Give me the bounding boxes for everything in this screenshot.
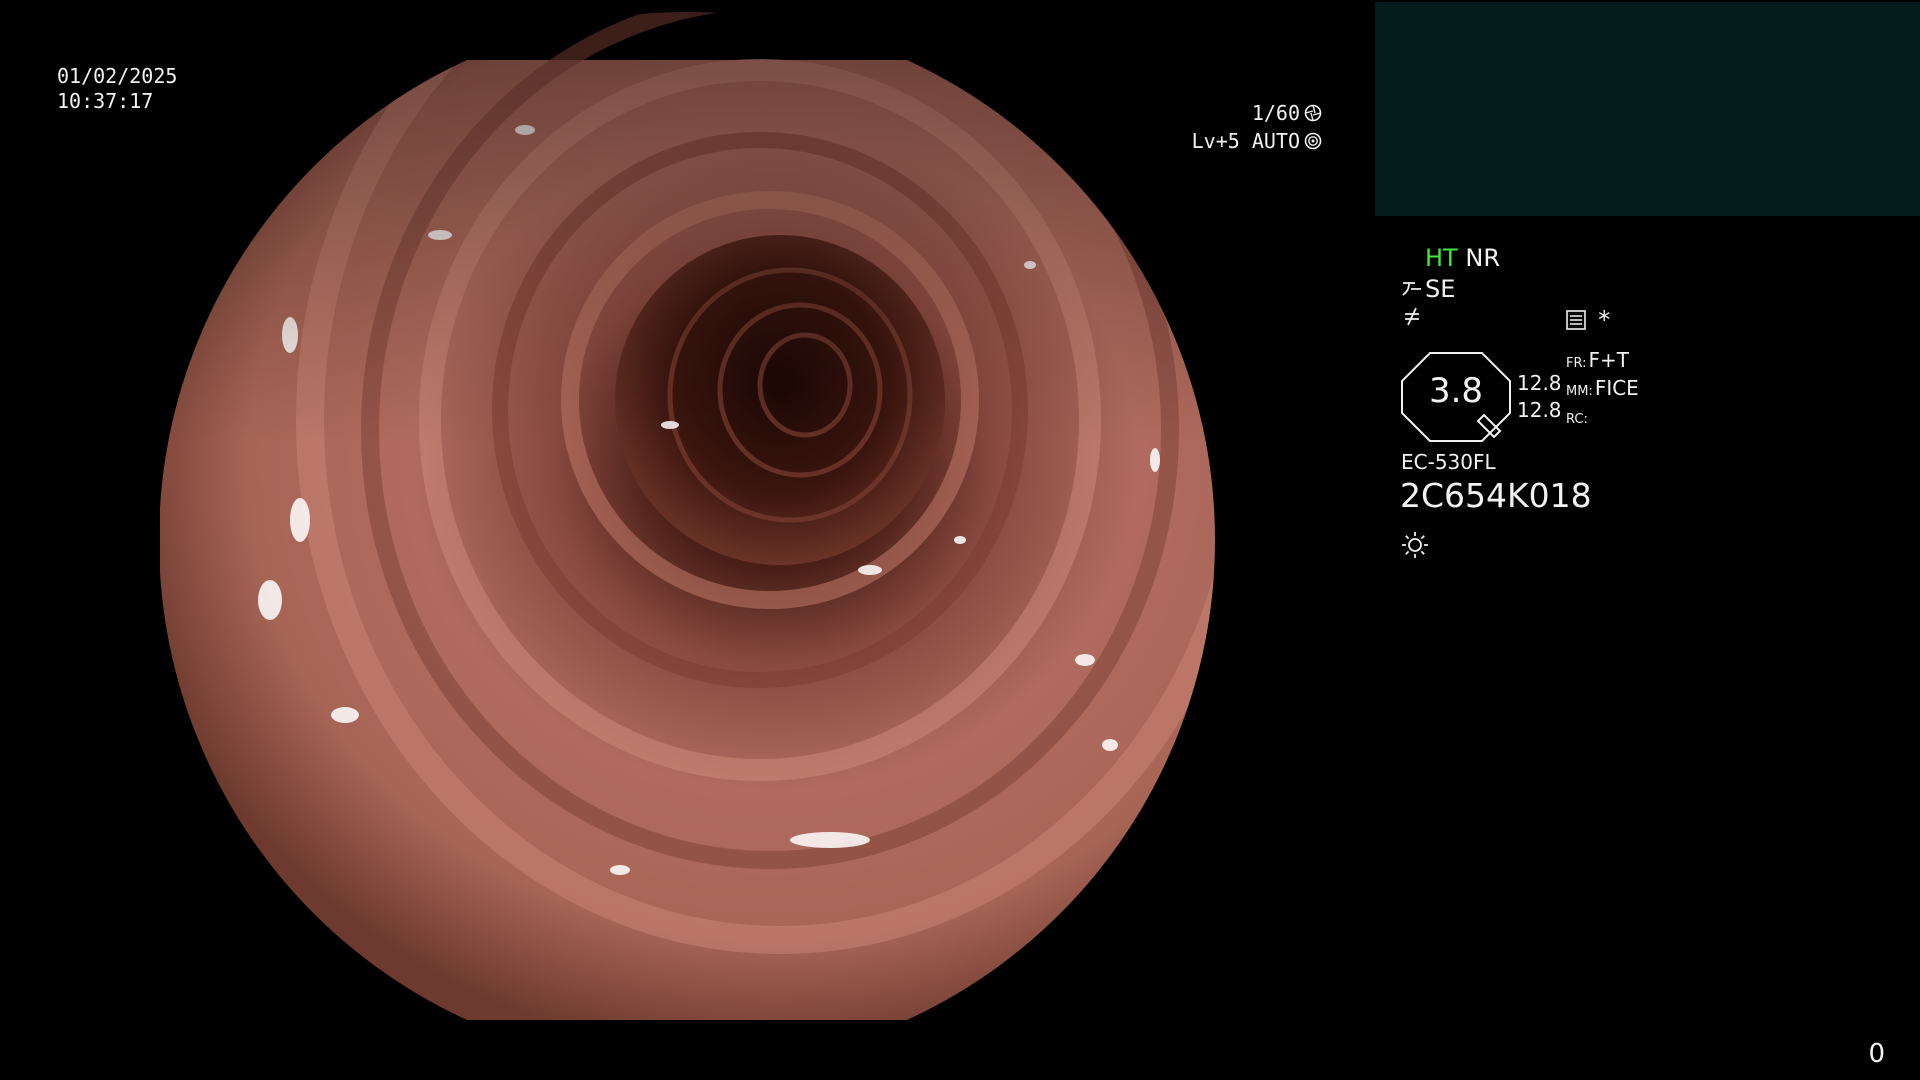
endoscope-screen: 01/02/2025 10:37:17 1/60 Lv+5 AUTO HT NR (0, 0, 1920, 1080)
curve-enhance-icon (1402, 282, 1421, 296)
date-time: 01/02/2025 10:37:17 (57, 64, 177, 114)
aperture-icon (1304, 104, 1322, 122)
iris-gauge: 3.8 (1400, 351, 1512, 443)
memo-icon (1566, 310, 1586, 330)
brightness-level: Lv+5 AUTO (1191, 129, 1300, 153)
se-mode: SE (1425, 275, 1456, 303)
shutter-speed: 1/60 (1251, 101, 1300, 125)
mode-fr-key: FR: (1566, 356, 1587, 371)
side-values: 12.8 12.8 (1517, 370, 1562, 424)
mode-rc-key: RC: (1566, 412, 1588, 427)
auto-exposure-icon (1304, 132, 1322, 150)
thumbnail-area (1375, 2, 1920, 216)
not-equal-icon (1405, 307, 1419, 326)
enhancement-modes: HT NR (1425, 244, 1500, 272)
scope-model: EC-530FL (1401, 450, 1496, 474)
exposure-readout: 1/60 Lv+5 AUTO (1192, 99, 1322, 155)
image-counter: 0 (1868, 1039, 1885, 1069)
iris-value: 3.8 (1428, 371, 1484, 411)
date: 01/02/2025 (57, 64, 178, 88)
mode-mm-key: MM: (1566, 384, 1593, 399)
f-row (1402, 305, 1422, 333)
mode-fr-value: F+T (1588, 348, 1629, 372)
ht-mode: HT (1425, 244, 1458, 272)
mode-mm-value: FICE (1594, 376, 1639, 400)
endoscopic-image (160, 12, 1215, 1020)
status-icons: * (1565, 306, 1611, 334)
mode-fr: FR: F+T (1566, 348, 1639, 376)
side-value-2: 12.8 (1517, 398, 1562, 422)
time: 10:37:17 (57, 89, 154, 113)
mode-mm: MM: FICE (1566, 376, 1639, 404)
nr-mode: NR (1465, 244, 1500, 272)
scope-serial: 2C654K018 (1400, 476, 1592, 515)
mode-values: FR: F+T MM: FICE RC: (1566, 348, 1639, 432)
se-row: SE (1401, 275, 1455, 303)
mode-rc: RC: (1566, 404, 1639, 432)
side-value-1: 12.8 (1517, 371, 1562, 395)
star-indicator: * (1597, 306, 1612, 334)
sun-icon (1402, 532, 1428, 558)
